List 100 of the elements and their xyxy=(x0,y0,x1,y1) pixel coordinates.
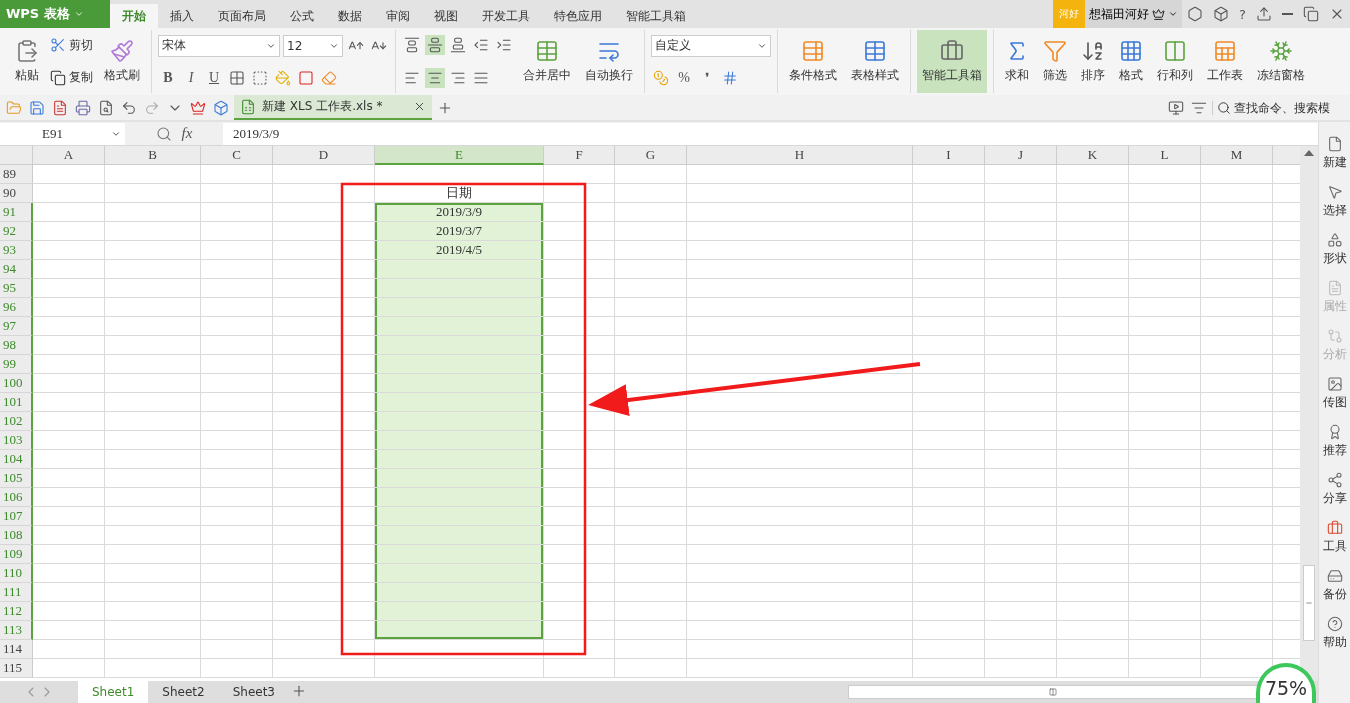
user-name-button[interactable]: 想福田河好 xyxy=(1085,0,1183,28)
row-header[interactable]: 98 xyxy=(0,336,33,355)
sidebar-item[interactable]: 备份 xyxy=(1318,564,1350,606)
ribbon-tab[interactable]: 视图 xyxy=(422,4,470,28)
row-header[interactable]: 89 xyxy=(0,165,33,184)
row-header[interactable]: 115 xyxy=(0,659,33,678)
ribbon-tab[interactable]: 开始 xyxy=(110,4,158,28)
row-header[interactable]: 110 xyxy=(0,564,33,583)
row-header[interactable]: 92 xyxy=(0,222,33,241)
row-header[interactable]: 95 xyxy=(0,279,33,298)
ribbon-tab[interactable]: 审阅 xyxy=(374,4,422,28)
vertical-align-button[interactable] xyxy=(425,35,445,56)
row-header[interactable]: 113 xyxy=(0,621,33,640)
column-header[interactable]: A xyxy=(33,146,105,165)
column-header[interactable]: K xyxy=(1057,146,1129,165)
help-button[interactable]: ? xyxy=(1234,0,1251,28)
row-header[interactable]: 96 xyxy=(0,298,33,317)
row-header[interactable]: 106 xyxy=(0,488,33,507)
row-header[interactable]: 94 xyxy=(0,260,33,279)
sidebar-item[interactable]: 新建 xyxy=(1318,132,1350,174)
row-header[interactable]: 99 xyxy=(0,355,33,374)
column-header[interactable]: I xyxy=(913,146,985,165)
row-header[interactable]: 105 xyxy=(0,469,33,488)
row-header[interactable]: 97 xyxy=(0,317,33,336)
bold-button[interactable]: B xyxy=(158,68,178,89)
edit-tool-button[interactable]: 求和 xyxy=(1000,30,1034,93)
sidebar-item[interactable]: 推荐 xyxy=(1318,420,1350,462)
sidebar-item[interactable]: 形状 xyxy=(1318,228,1350,270)
horizontal-align-button[interactable] xyxy=(425,67,445,88)
row-header[interactable]: 93 xyxy=(0,241,33,260)
underline-button[interactable]: U xyxy=(204,68,224,89)
merge-center-button[interactable]: 合并居中 xyxy=(518,30,576,93)
cut-button[interactable]: 剪切 xyxy=(48,35,95,55)
font-size-select[interactable]: 12 xyxy=(283,34,343,57)
column-header[interactable]: D xyxy=(273,146,375,165)
column-header[interactable]: G xyxy=(615,146,687,165)
app-menu-button[interactable]: WPS 表格 xyxy=(0,0,110,28)
italic-button[interactable]: I xyxy=(181,68,201,89)
sidebar-item[interactable]: 分享 xyxy=(1318,468,1350,510)
table-cell xyxy=(1057,241,1129,260)
ribbon-tab[interactable]: 插入 xyxy=(158,4,206,28)
column-header[interactable]: E xyxy=(375,146,544,165)
document-tab[interactable]: 新建 XLS 工作表.xls * xyxy=(234,95,432,120)
column-header[interactable]: J xyxy=(985,146,1057,165)
row-header[interactable]: 90 xyxy=(0,184,33,203)
edit-tool-button[interactable]: 行和列 xyxy=(1152,30,1198,93)
column-header[interactable]: F xyxy=(544,146,615,165)
percent-button[interactable]: % xyxy=(674,68,694,89)
column-header[interactable]: H xyxy=(687,146,913,165)
sheet-tab[interactable]: Sheet1 xyxy=(78,681,149,703)
sheet-tab[interactable]: Sheet3 xyxy=(218,681,289,703)
ribbon-tab[interactable]: 智能工具箱 xyxy=(614,4,698,28)
comma-button[interactable]: ❜ xyxy=(697,68,717,89)
row-header[interactable]: 102 xyxy=(0,412,33,431)
row-header[interactable]: 91 xyxy=(0,203,33,222)
row-header[interactable]: 103 xyxy=(0,431,33,450)
edit-tool-button[interactable]: 工作表 xyxy=(1202,30,1248,93)
sidebar-item[interactable]: 工具 xyxy=(1318,516,1350,558)
edit-tool-button[interactable]: 筛选 xyxy=(1038,30,1072,93)
style-button[interactable]: 条件格式 xyxy=(784,30,842,93)
font-name-select[interactable]: 宋体 xyxy=(158,34,280,57)
table-cell xyxy=(615,583,687,602)
sidebar-item[interactable]: 帮助 xyxy=(1318,612,1350,654)
wrap-text-button[interactable]: 自动换行 xyxy=(580,30,638,93)
ribbon-tab[interactable]: 特色应用 xyxy=(542,4,614,28)
sheet-tab[interactable]: Sheet2 xyxy=(148,681,219,703)
column-header[interactable]: M xyxy=(1201,146,1273,165)
ribbon-tab[interactable]: 页面布局 xyxy=(206,4,278,28)
toolbox-button[interactable]: 智能工具箱 xyxy=(917,30,987,93)
row-header[interactable]: 108 xyxy=(0,526,33,545)
row-header[interactable]: 101 xyxy=(0,393,33,412)
edit-tool-button[interactable]: 格式 xyxy=(1114,30,1148,93)
ribbon-tab[interactable]: 数据 xyxy=(326,4,374,28)
row-header[interactable]: 111 xyxy=(0,583,33,602)
formula-input[interactable]: 2019/3/9 xyxy=(223,122,1318,145)
row-header[interactable]: 114 xyxy=(0,640,33,659)
copy-button[interactable]: 复制 xyxy=(48,68,95,88)
paste-button[interactable]: 粘贴 xyxy=(10,30,44,93)
column-header[interactable]: B xyxy=(105,146,201,165)
number-format-select[interactable]: 自定义 xyxy=(651,34,771,57)
edit-tool-button[interactable]: 排序 xyxy=(1076,30,1110,93)
column-header[interactable]: L xyxy=(1129,146,1201,165)
edit-tool-button[interactable]: 冻结窗格 xyxy=(1252,30,1310,93)
search-field[interactable]: 查找命令、搜索模 xyxy=(1212,100,1346,115)
row-header[interactable]: 100 xyxy=(0,374,33,393)
row-header[interactable]: 112 xyxy=(0,602,33,621)
row-header[interactable]: 104 xyxy=(0,450,33,469)
name-box[interactable]: E91 xyxy=(0,122,125,145)
row-header[interactable]: 107 xyxy=(0,507,33,526)
column-header[interactable]: C xyxy=(201,146,273,165)
sidebar-item[interactable]: 传图 xyxy=(1318,372,1350,414)
format-painter-button[interactable]: 格式刷 xyxy=(99,30,145,93)
style-button[interactable]: 表格样式 xyxy=(846,30,904,93)
ribbon-tab[interactable]: 开发工具 xyxy=(470,4,542,28)
row-header[interactable]: 109 xyxy=(0,545,33,564)
scrollbar-thumb[interactable] xyxy=(848,685,1258,699)
ribbon-tab[interactable]: 公式 xyxy=(278,4,326,28)
sidebar-item[interactable]: 选择 xyxy=(1318,180,1350,222)
function-label[interactable]: fx xyxy=(181,125,193,142)
scrollbar-thumb[interactable] xyxy=(1303,565,1315,641)
